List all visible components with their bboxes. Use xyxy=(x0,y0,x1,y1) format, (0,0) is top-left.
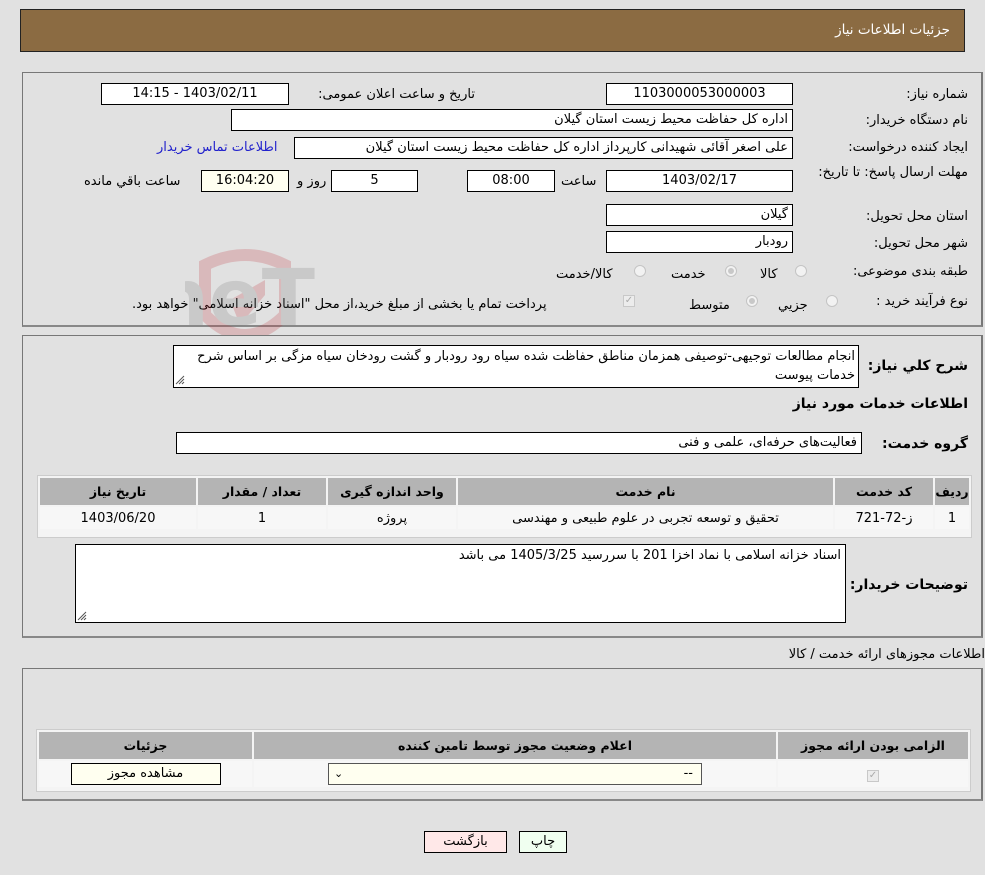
description-textarea[interactable]: انجام مطالعات توجیهی-توصیفی همزمان مناطق… xyxy=(173,345,859,388)
cell-need-date: 1403/06/20 xyxy=(40,507,196,529)
cell-quantity: 1 xyxy=(198,507,326,529)
deadline-time-label: ساعت xyxy=(561,174,597,189)
category-label: طبقه بندی موضوعی: xyxy=(852,264,968,279)
chevron-down-icon: ⌄ xyxy=(334,767,344,780)
col-permit-details: جزئیات xyxy=(39,732,252,759)
service-group-field: فعالیت‌های حرفه‌ای، علمی و فنی xyxy=(176,432,862,454)
announce-date-field: 1403/02/11 - 14:15 xyxy=(101,83,289,105)
cell-service-name: تحقیق و توسعه تجربی در علوم طبیعی و مهند… xyxy=(458,507,833,529)
process-radio-minor[interactable] xyxy=(826,295,838,307)
announce-date-label: تاریخ و ساعت اعلان عمومی: xyxy=(318,87,475,102)
city-label: شهر محل تحویل: xyxy=(873,236,968,251)
deadline-time-field: 08:00 xyxy=(467,170,555,192)
col-unit: واحد اندازه گیری xyxy=(328,478,456,505)
category-radio-service[interactable] xyxy=(725,265,737,277)
days-label: روز و xyxy=(297,174,327,189)
col-row-number: ردیف xyxy=(935,478,969,505)
col-service-name: نام خدمت xyxy=(458,478,833,505)
cell-permit-details: مشاهده مجوز xyxy=(39,761,252,787)
category-radio-goods[interactable] xyxy=(795,265,807,277)
page-header: جزئیات اطلاعات نیاز xyxy=(20,9,965,52)
col-quantity: تعداد / مقدار xyxy=(198,478,326,505)
deadline-date-field: 1403/02/17 xyxy=(606,170,793,192)
treasury-checkbox[interactable]: ✓ xyxy=(623,295,635,307)
buyer-contact-link[interactable]: اطلاعات تماس خریدار xyxy=(157,140,277,155)
resize-grip-icon[interactable] xyxy=(77,611,87,621)
cell-unit: پروژه xyxy=(328,507,456,529)
buyer-notes-textarea[interactable]: اسناد خزانه اسلامی با نماد اخزا 201 با س… xyxy=(75,544,846,623)
description-label: شرح کلي نیاز: xyxy=(867,358,968,374)
province-field: گیلان xyxy=(606,204,793,226)
col-need-date: تاریخ نیاز xyxy=(40,478,196,505)
service-group-label: گروه خدمت: xyxy=(882,436,968,452)
services-heading: اطلاعات خدمات مورد نیاز xyxy=(792,396,968,412)
resize-grip-icon[interactable] xyxy=(175,375,185,385)
cell-permit-required: ✓ xyxy=(778,761,968,787)
creator-field: علی اصغر آقائی شهیدانی کارپرداز اداره کل… xyxy=(294,137,793,159)
cell-permit-status: -- ⌄ xyxy=(254,761,776,787)
treasury-note: پرداخت تمام یا بخشی از مبلغ خرید،از محل … xyxy=(132,297,547,312)
buyer-notes-label: توضیحات خریدار: xyxy=(849,577,968,593)
process-option-minor: جزیي xyxy=(778,298,808,313)
services-table: ردیف کد خدمت نام خدمت واحد اندازه گیری ت… xyxy=(37,475,972,538)
buyer-org-field: اداره کل حفاظت محیط زیست استان گیلان xyxy=(231,109,793,131)
permit-status-select[interactable]: -- ⌄ xyxy=(328,763,702,785)
permits-heading: اطلاعات مجوزهای ارائه خدمت / کالا xyxy=(788,647,985,662)
process-radio-medium[interactable] xyxy=(746,295,758,307)
permit-required-checkbox[interactable]: ✓ xyxy=(867,769,879,782)
days-remaining-field: 5 xyxy=(331,170,418,192)
deadline-label: مهلت ارسال پاسخ: تا تاریخ: xyxy=(818,165,968,180)
col-permit-required: الزامی بودن ارائه مجوز xyxy=(778,732,968,759)
need-number-field: 1103000053000003 xyxy=(606,83,793,105)
need-number-label: شماره نیاز: xyxy=(906,87,968,102)
permit-status-value: -- xyxy=(683,766,693,781)
creator-label: ایجاد کننده درخواست: xyxy=(848,140,968,155)
permits-table: الزامی بودن ارائه مجوز اعلام وضعیت مجوز … xyxy=(36,729,971,792)
buyer-org-label: نام دستگاه خریدار: xyxy=(865,113,968,128)
col-service-code: کد خدمت xyxy=(835,478,933,505)
cell-row-number: 1 xyxy=(935,507,969,529)
col-permit-status: اعلام وضعیت مجوز توسط تامین کننده xyxy=(254,732,776,759)
category-option-service: خدمت xyxy=(671,267,706,282)
cell-service-code: ز-72-721 xyxy=(835,507,933,529)
category-option-goods-service: کالا/خدمت xyxy=(556,267,613,282)
page-title: جزئیات اطلاعات نیاز xyxy=(835,22,950,38)
remaining-time-label: ساعت باقي مانده xyxy=(84,174,181,189)
remaining-time-field: 16:04:20 xyxy=(201,170,289,192)
category-radio-goods-service[interactable] xyxy=(634,265,646,277)
city-field: رودبار xyxy=(606,231,793,253)
view-permit-button[interactable]: مشاهده مجوز xyxy=(70,763,221,785)
back-button[interactable]: بازگشت xyxy=(424,831,507,853)
process-type-label: نوع فرآیند خرید : xyxy=(876,294,968,309)
table-row: ✓ -- ⌄ مشاهده مجوز xyxy=(39,761,968,787)
process-option-medium: متوسط xyxy=(689,298,730,313)
province-label: استان محل تحویل: xyxy=(866,209,968,224)
print-button[interactable]: چاپ xyxy=(519,831,567,853)
table-row: 1 ز-72-721 تحقیق و توسعه تجربی در علوم ط… xyxy=(40,507,969,529)
category-option-goods: کالا xyxy=(760,267,778,282)
